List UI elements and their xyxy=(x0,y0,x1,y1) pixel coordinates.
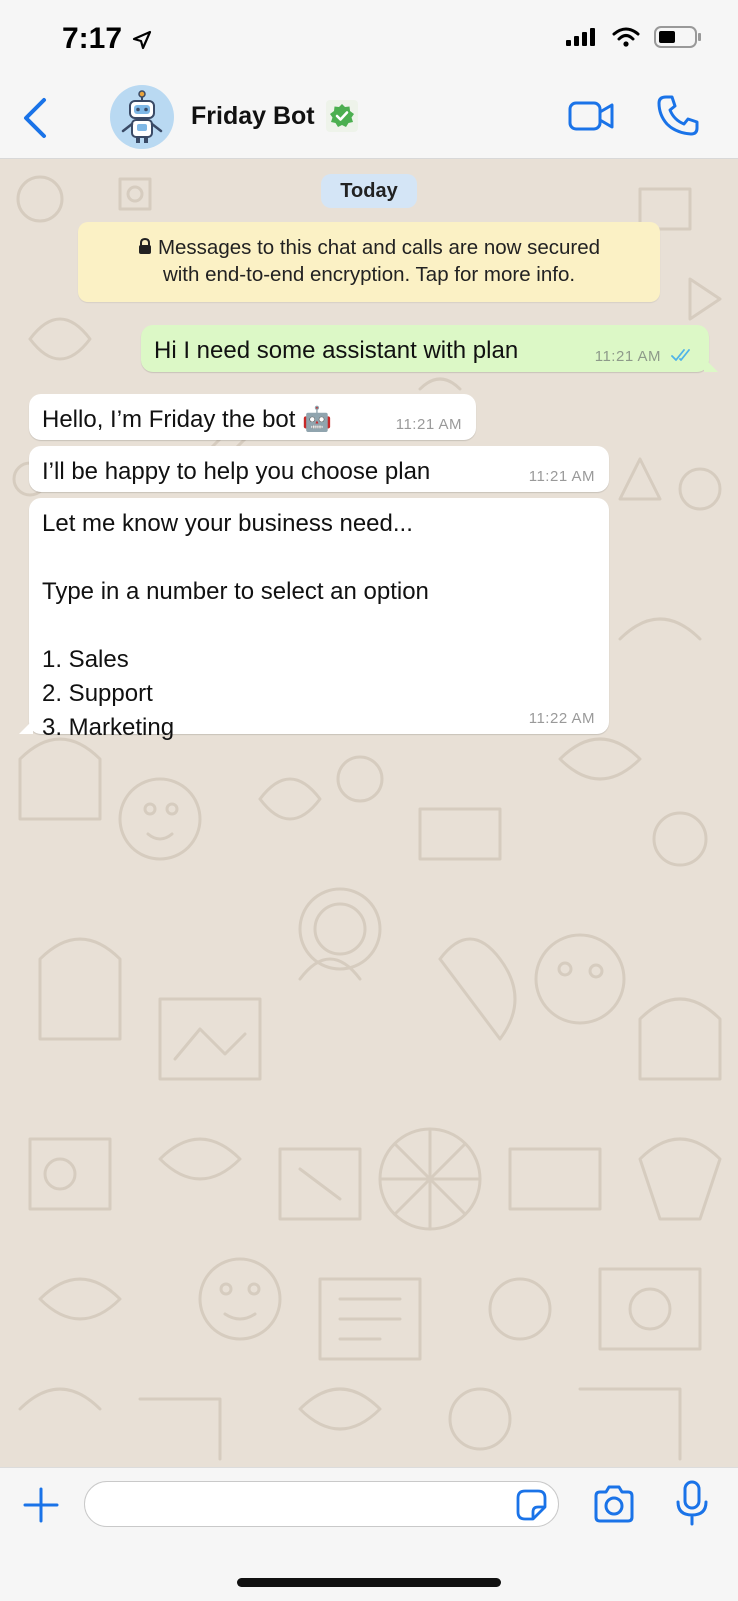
read-receipt-icon xyxy=(671,349,690,361)
encryption-notice-text: Messages to this chat and calls are now … xyxy=(157,236,601,286)
video-camera-icon xyxy=(568,101,614,131)
status-time: 7:17 xyxy=(62,22,152,56)
avatar[interactable] xyxy=(110,85,174,149)
message-text: Let me know your business need... Type i… xyxy=(42,510,429,741)
message-time: 11:21 AM xyxy=(528,468,595,485)
date-label: Today xyxy=(321,174,417,208)
phone-icon xyxy=(657,95,699,136)
outgoing-message[interactable]: Hi I need some assistant with plan 11:21… xyxy=(141,325,718,372)
chevron-left-icon xyxy=(24,98,46,138)
incoming-message[interactable]: I’ll be happy to help you choose plan 11… xyxy=(29,446,609,492)
camera-button[interactable] xyxy=(592,1484,636,1524)
clock-text: 7:17 xyxy=(62,22,123,55)
contact-name[interactable]: Friday Bot xyxy=(191,102,315,131)
message-text: I’ll be happy to help you choose plan xyxy=(42,458,431,485)
camera-icon xyxy=(594,1485,634,1523)
signal-icon xyxy=(566,28,595,46)
verified-check-icon xyxy=(330,104,354,127)
sticker-button[interactable] xyxy=(514,1488,548,1522)
microphone-button[interactable] xyxy=(674,1480,710,1526)
chat-header: Friday Bot xyxy=(0,78,738,159)
message-time: 11:22 AM xyxy=(528,710,595,727)
video-call-button[interactable] xyxy=(568,96,616,136)
robot-avatar-icon xyxy=(121,90,163,143)
message-text: Hello, I’m Friday the bot 🤖 xyxy=(42,406,332,433)
battery-icon xyxy=(654,26,701,48)
attach-button[interactable] xyxy=(22,1486,60,1524)
chat-area[interactable]: Today Messages to this chat and calls ar… xyxy=(0,159,738,1466)
wifi-icon xyxy=(612,27,640,47)
incoming-message[interactable]: Hello, I’m Friday the bot 🤖 11:21 AM xyxy=(29,394,476,440)
microphone-icon xyxy=(676,1480,708,1526)
verified-badge xyxy=(326,100,358,132)
status-bar: 7:17 xyxy=(0,0,738,78)
message-text: Hi I need some assistant with plan xyxy=(154,337,519,364)
lock-icon xyxy=(138,237,151,254)
status-indicators xyxy=(566,26,702,48)
home-indicator xyxy=(237,1578,501,1587)
message-time: 11:21 AM xyxy=(395,416,462,433)
bubble-tail xyxy=(19,720,33,734)
voice-call-button[interactable] xyxy=(654,92,702,140)
plus-icon xyxy=(23,1487,59,1523)
message-time: 11:21 AM xyxy=(594,348,661,365)
bubble-tail xyxy=(704,358,718,372)
encryption-notice[interactable]: Messages to this chat and calls are now … xyxy=(78,222,660,302)
back-button[interactable] xyxy=(18,96,58,140)
location-arrow-icon xyxy=(133,30,152,50)
message-input[interactable] xyxy=(84,1481,559,1527)
sticker-icon xyxy=(516,1489,547,1521)
incoming-message[interactable]: Let me know your business need... Type i… xyxy=(19,498,609,741)
